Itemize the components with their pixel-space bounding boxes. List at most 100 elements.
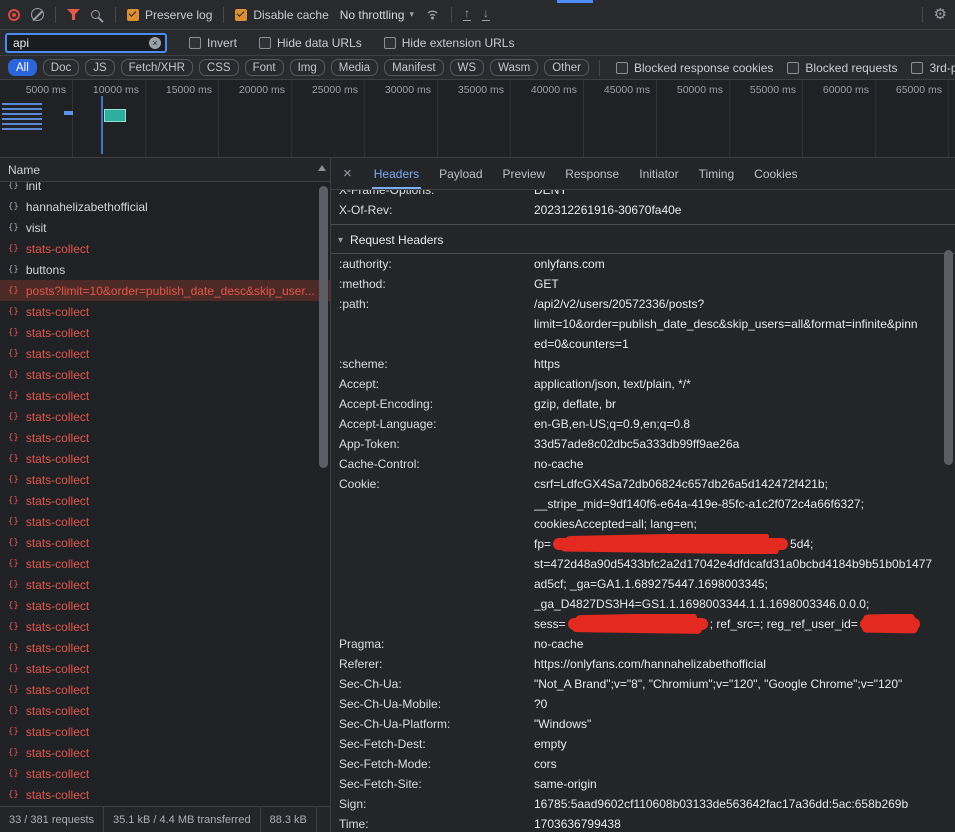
request-row[interactable]: {}stats-collect: [0, 532, 330, 553]
record-network-log-button[interactable]: [8, 9, 20, 21]
request-row[interactable]: {}stats-collect: [0, 427, 330, 448]
request-row[interactable]: {}hannahelizabethofficial: [0, 196, 330, 217]
option-3rd-party-requests[interactable]: 3rd-party requests: [911, 61, 955, 75]
request-row[interactable]: {}stats-collect: [0, 448, 330, 469]
request-row[interactable]: {}stats-collect: [0, 406, 330, 427]
network-conditions-icon[interactable]: [425, 8, 440, 21]
request-row[interactable]: {}stats-collect: [0, 511, 330, 532]
tab-payload[interactable]: Payload: [429, 158, 492, 189]
checkbox-checked-icon[interactable]: [235, 9, 247, 21]
request-row[interactable]: {}stats-collect: [0, 553, 330, 574]
disable-cache-checkbox[interactable]: Disable cache: [235, 8, 328, 22]
request-row[interactable]: {}stats-collect: [0, 469, 330, 490]
type-filter-chip-other[interactable]: Other: [544, 59, 589, 76]
request-row[interactable]: {}stats-collect: [0, 700, 330, 721]
header-value-text: ed=0&counters=1: [534, 337, 629, 351]
request-row[interactable]: {}init: [0, 182, 330, 196]
type-filter-chip-wasm[interactable]: Wasm: [490, 59, 538, 76]
type-filter-chip-doc[interactable]: Doc: [43, 59, 79, 76]
hide-extension-urls-checkbox[interactable]: Hide extension URLs: [384, 36, 515, 50]
hide-data-urls-checkbox[interactable]: Hide data URLs: [259, 36, 362, 50]
header-row: Sec-Fetch-Site:same-origin: [331, 774, 955, 794]
checkbox-unchecked-icon[interactable]: [384, 37, 396, 49]
request-headers-section-header[interactable]: ▾ Request Headers: [331, 227, 955, 254]
type-filter-chip-media[interactable]: Media: [331, 59, 378, 76]
export-har-icon[interactable]: ↓: [482, 8, 490, 21]
header-row: Sec-Fetch-Dest:empty: [331, 734, 955, 754]
type-filter-chip-js[interactable]: JS: [85, 59, 114, 76]
request-row[interactable]: {}stats-collect: [0, 385, 330, 406]
timeline-overview[interactable]: 5000 ms10000 ms15000 ms20000 ms25000 ms3…: [0, 80, 955, 158]
tab-timing[interactable]: Timing: [689, 158, 745, 189]
request-row[interactable]: {}stats-collect: [0, 574, 330, 595]
request-row[interactable]: {}stats-collect: [0, 322, 330, 343]
request-row[interactable]: {}stats-collect: [0, 490, 330, 511]
request-row[interactable]: {}stats-collect: [0, 301, 330, 322]
request-row[interactable]: {}stats-collect: [0, 742, 330, 763]
request-row[interactable]: {}stats-collect: [0, 364, 330, 385]
type-filter-chip-font[interactable]: Font: [245, 59, 284, 76]
request-row[interactable]: {}buttons: [0, 259, 330, 280]
tab-headers[interactable]: Headers: [364, 158, 429, 189]
request-row[interactable]: {}stats-collect: [0, 595, 330, 616]
header-value: csrf=LdfcGX4Sa72db06824c657db26a5d142472…: [534, 474, 955, 634]
checkbox-checked-icon[interactable]: [127, 9, 139, 21]
request-row[interactable]: {}stats-collect: [0, 343, 330, 364]
redaction-scribble: [553, 538, 788, 550]
clear-network-log-button[interactable]: [31, 8, 44, 21]
search-icon[interactable]: [91, 10, 100, 19]
request-row[interactable]: {}stats-collect: [0, 616, 330, 637]
checkbox-unchecked-icon[interactable]: [911, 62, 923, 74]
type-filter-chip-manifest[interactable]: Manifest: [384, 59, 443, 76]
tab-preview[interactable]: Preview: [493, 158, 556, 189]
checkbox-unchecked-icon[interactable]: [616, 62, 628, 74]
type-filter-chip-ws[interactable]: WS: [450, 59, 485, 76]
checkbox-unchecked-icon[interactable]: [259, 37, 271, 49]
type-filter-chip-css[interactable]: CSS: [199, 59, 239, 76]
filter-input[interactable]: api ×: [5, 33, 167, 53]
header-value-line: https: [534, 354, 955, 374]
details-scrollbar[interactable]: [944, 250, 953, 465]
request-name: stats-collect: [26, 494, 89, 508]
settings-gear-icon[interactable]: ⚙: [934, 7, 947, 22]
scrollbar-up-arrow-icon[interactable]: [318, 165, 326, 171]
waterfall-activity-bar: [64, 111, 73, 115]
tab-cookies[interactable]: Cookies: [744, 158, 807, 189]
tab-initiator[interactable]: Initiator: [629, 158, 688, 189]
import-har-icon[interactable]: ↑: [463, 8, 471, 21]
collapse-triangle-icon[interactable]: ▾: [338, 235, 343, 246]
request-list-scrollbar[interactable]: [319, 186, 328, 468]
tab-response[interactable]: Response: [555, 158, 629, 189]
name-column-header[interactable]: Name: [0, 158, 330, 182]
clear-filter-icon[interactable]: ×: [149, 37, 161, 49]
request-row[interactable]: {}stats-collect: [0, 238, 330, 259]
request-row[interactable]: {}posts?limit=10&order=publish_date_desc…: [0, 280, 330, 301]
type-filter-chip-img[interactable]: Img: [290, 59, 325, 76]
checkbox-unchecked-icon[interactable]: [787, 62, 799, 74]
request-row[interactable]: {}stats-collect: [0, 658, 330, 679]
overview-tick-label: 25000 ms: [292, 80, 365, 157]
request-row[interactable]: {}visit: [0, 217, 330, 238]
filter-icon[interactable]: [67, 9, 80, 20]
header-value: 33d57ade8c02dbc5a333db99ff9ae26a: [534, 434, 955, 454]
invert-checkbox[interactable]: Invert: [189, 36, 237, 50]
request-type-icon: {}: [8, 559, 19, 569]
header-value-line: empty: [534, 734, 955, 754]
request-row[interactable]: {}stats-collect: [0, 679, 330, 700]
header-row: Sec-Ch-Ua:"Not_A Brand";v="8", "Chromium…: [331, 674, 955, 694]
request-row[interactable]: {}stats-collect: [0, 637, 330, 658]
request-row[interactable]: {}stats-collect: [0, 763, 330, 784]
preserve-log-checkbox[interactable]: Preserve log: [127, 8, 212, 22]
type-filter-chip-fetch-xhr[interactable]: Fetch/XHR: [121, 59, 193, 76]
header-row: Time:1703636799438: [331, 814, 955, 832]
request-row[interactable]: {}stats-collect: [0, 721, 330, 742]
type-filter-chip-all[interactable]: All: [8, 59, 37, 76]
checkbox-unchecked-icon[interactable]: [189, 37, 201, 49]
header-value-line: gzip, deflate, br: [534, 394, 955, 414]
option-blocked-requests[interactable]: Blocked requests: [787, 61, 897, 75]
throttling-select[interactable]: No throttling ▾: [340, 8, 414, 22]
type-filter-chips: All Doc JS Fetch/XHR CSS Font Img Media Manifest…: [8, 59, 589, 76]
request-row[interactable]: {}stats-collect: [0, 784, 330, 805]
close-details-icon[interactable]: ×: [331, 165, 364, 182]
option-blocked-response-cookies[interactable]: Blocked response cookies: [616, 61, 773, 75]
